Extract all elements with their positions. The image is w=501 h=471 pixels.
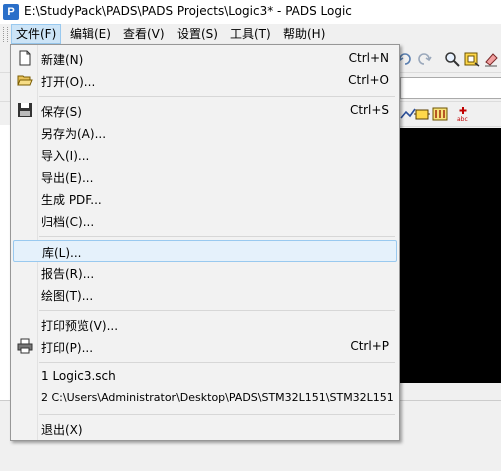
menu-item-shortcut: Ctrl+S [349,103,389,117]
toolbar-grip[interactable] [3,27,8,42]
menu-item-label: 保存(S) [41,105,82,119]
menu-separator [39,362,395,363]
menu-view[interactable]: 查看(V) [119,25,169,43]
menu-item-label: 2 C:\Users\Administrator\Desktop\PADS\ST… [41,391,394,404]
file-menu-recent-1[interactable]: 1 Logic3.sch [13,366,397,387]
menu-tools[interactable]: 工具(T) [226,25,275,43]
file-menu-reports[interactable]: 报告(R)... [13,262,397,283]
printer-icon [17,338,33,354]
file-menu-open[interactable]: 打开(O)... Ctrl+O [13,70,397,91]
menu-item-label: 库(L)... [42,246,82,260]
menu-file[interactable]: 文件(F) [11,24,62,44]
menu-item-label: 1 Logic3.sch [41,369,116,383]
menu-item-shortcut: Ctrl+O [348,73,389,87]
menu-edit[interactable]: 编辑(E) [66,25,115,43]
file-menu-plot[interactable]: 绘图(T)... [13,284,397,305]
add-bus-icon[interactable] [432,106,448,122]
app-logo-icon: P [3,4,19,20]
menu-item-label: 打印预览(V)... [41,319,119,333]
file-menu-import[interactable]: 导入(I)... [13,144,397,165]
menu-item-label: 绘图(T)... [41,289,94,303]
file-menu-print-preview[interactable]: 打印预览(V)... [13,314,397,335]
file-menu-export[interactable]: 导出(E)... [13,166,397,187]
menu-item-label: 另存为(A)... [41,127,107,141]
menu-separator [39,236,395,237]
menu-separator [39,96,395,97]
open-folder-icon [17,75,33,86]
svg-text:abc: abc [457,116,468,122]
menu-help[interactable]: 帮助(H) [279,25,329,43]
menu-item-label: 报告(R)... [41,267,95,281]
file-menu-library[interactable]: 库(L)... [13,240,397,262]
file-menu-exit[interactable]: 退出(X) [13,418,397,439]
menu-item-label: 归档(C)... [41,215,95,229]
eraser-icon[interactable] [483,51,499,67]
add-field-icon[interactable]: abc [455,106,471,122]
menu-item-label: 生成 PDF... [41,193,102,207]
file-menu-generate-pdf[interactable]: 生成 PDF... [13,188,397,209]
menu-settings[interactable]: 设置(S) [173,25,222,43]
toolbar-combo-box[interactable] [400,77,501,99]
menu-item-shortcut: Ctrl+N [348,51,389,65]
file-menu-archive[interactable]: 归档(C)... [13,210,397,231]
menu-bar: 文件(F) 编辑(E) 查看(V) 设置(S) 工具(T) 帮助(H) [0,24,501,45]
title-bar: P E:\StudyPack\PADS\PADS Projects\Logic3… [0,0,501,25]
save-icon [18,103,32,117]
file-menu-print[interactable]: 打印(P)... Ctrl+P [13,336,397,357]
file-menu-save[interactable]: 保存(S) Ctrl+S [13,100,397,121]
menu-item-label: 新建(N) [41,53,84,67]
add-part-icon[interactable] [414,106,430,122]
file-menu-new[interactable]: 新建(N) Ctrl+N [13,48,397,69]
zoom-icon[interactable] [444,51,460,67]
file-menu-recent-2[interactable]: 2 C:\Users\Administrator\Desktop\PADS\ST… [13,388,397,409]
menu-item-label: 退出(X) [41,423,83,437]
file-menu-dropdown: 新建(N) Ctrl+N 打开(O)... Ctrl+O 保存(S) Ctrl+… [10,44,400,441]
new-file-icon [19,50,31,66]
menu-separator [39,414,395,415]
properties-icon[interactable] [464,51,480,67]
schematic-canvas[interactable] [400,128,501,383]
redo-icon[interactable] [416,51,432,67]
menu-item-label: 打开(O)... [41,75,96,89]
file-menu-save-as[interactable]: 另存为(A)... [13,122,397,143]
menu-item-shortcut: Ctrl+P [350,339,389,353]
window-title: E:\StudyPack\PADS\PADS Projects\Logic3* … [24,4,352,18]
menu-item-label: 打印(P)... [41,341,94,355]
menu-separator [39,310,395,311]
menu-item-label: 导出(E)... [41,171,94,185]
menu-item-label: 导入(I)... [41,149,90,163]
